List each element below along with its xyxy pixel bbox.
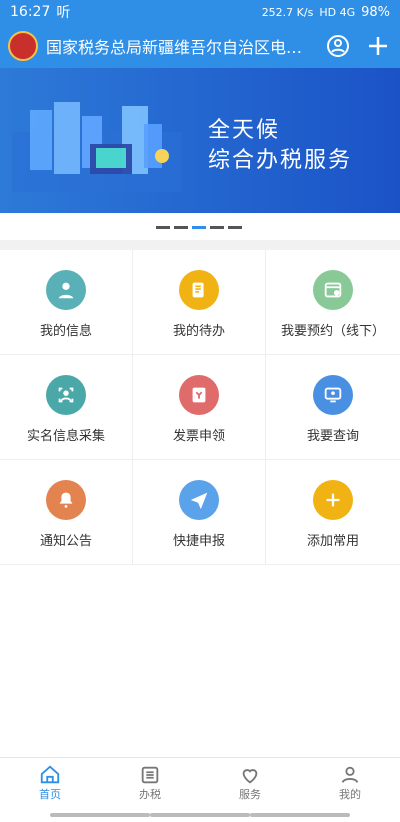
grid-item-my-todo[interactable]: 我的待办 <box>133 250 266 355</box>
grid-item-notice[interactable]: 通知公告 <box>0 460 133 565</box>
function-grid: 我的信息 我的待办 我要预约（线下） 实名信息采集 发票申领 我要查询 通知公告… <box>0 250 400 566</box>
grid-item-label: 快捷申报 <box>172 534 225 549</box>
calendar-clock-icon <box>313 270 353 310</box>
banner[interactable]: 全天候 综合办税服务 <box>0 68 400 213</box>
pager-dot[interactable] <box>174 226 188 229</box>
status-extra: 听 <box>56 5 71 21</box>
header-actions <box>324 32 392 60</box>
banner-illustration <box>12 102 182 192</box>
profile-button[interactable] <box>324 32 352 60</box>
grid-item-appointment[interactable]: 我要预约（线下） <box>266 250 400 355</box>
pager-dot[interactable] <box>156 226 170 229</box>
grid-item-label: 发票申领 <box>172 429 225 444</box>
clock: 16:27 <box>10 4 51 20</box>
grid-item-query[interactable]: 我要查询 <box>266 355 400 460</box>
network-type: HD 4G <box>319 5 356 19</box>
user-icon <box>46 270 86 310</box>
app-header: 国家税务总局新疆维吾尔自治区电子税… <box>0 24 400 68</box>
grid-item-label: 我的信息 <box>39 324 92 339</box>
pager-dot[interactable] <box>210 226 224 229</box>
home-indicator <box>150 813 250 817</box>
heart-icon <box>242 769 258 784</box>
grid-item-label: 我要查询 <box>306 429 359 444</box>
bell-icon <box>46 480 86 520</box>
grid-item-label: 实名信息采集 <box>26 429 105 444</box>
nav-item-service[interactable]: 服务 <box>200 758 300 808</box>
grid-item-invoice[interactable]: 发票申领 <box>133 355 266 460</box>
home-indicator <box>50 813 150 817</box>
home-indicator <box>250 813 350 817</box>
add-button[interactable] <box>364 32 392 60</box>
face-scan-icon <box>46 375 86 415</box>
banner-pager <box>156 226 242 229</box>
nav-label: 我的 <box>339 788 361 801</box>
grid-item-add-common[interactable]: 添加常用 <box>266 460 400 565</box>
pager-dot-active[interactable] <box>192 226 206 229</box>
battery-level: 98% <box>361 4 390 20</box>
banner-line-2: 综合办税服务 <box>208 148 353 173</box>
grid-item-label: 添加常用 <box>306 534 359 549</box>
tax-emblem-icon <box>8 31 38 61</box>
nav-label: 服务 <box>239 788 261 801</box>
user-icon <box>341 766 359 783</box>
banner-slogan: 全天候 综合办税服务 <box>208 116 352 176</box>
grid-item-my-info[interactable]: 我的信息 <box>0 250 133 355</box>
paper-plane-icon <box>179 480 219 520</box>
nav-item-tax[interactable]: 办税 <box>100 758 200 808</box>
nav-item-mine[interactable]: 我的 <box>300 758 400 808</box>
invoice-icon <box>179 375 219 415</box>
nav-item-home[interactable]: 首页 <box>0 758 100 808</box>
page-title: 国家税务总局新疆维吾尔自治区电子税… <box>46 38 316 57</box>
banner-line-1: 全天候 <box>208 118 281 143</box>
grid-item-quick-declare[interactable]: 快捷申报 <box>133 460 266 565</box>
monitor-search-icon <box>313 375 353 415</box>
todo-list-icon <box>179 270 219 310</box>
home-icon <box>40 765 60 784</box>
pager-dot[interactable] <box>228 226 242 229</box>
grid-item-label: 我要预约（线下） <box>280 324 385 339</box>
plus-icon <box>369 37 387 55</box>
list-icon <box>141 766 159 784</box>
plus-icon <box>313 480 353 520</box>
grid-item-real-name[interactable]: 实名信息采集 <box>0 355 133 460</box>
grid-item-label: 通知公告 <box>39 534 92 549</box>
section-divider <box>0 240 400 250</box>
grid-item-label: 我的待办 <box>172 324 225 339</box>
user-circle-icon <box>327 35 349 57</box>
nav-label: 首页 <box>39 788 61 801</box>
network-speed: 252.7 K/s <box>261 5 314 19</box>
status-bar: 16:27 听 252.7 K/s HD 4G 98% <box>0 0 400 24</box>
bottom-navigation: 首页 办税 服务 我的 <box>0 757 400 808</box>
nav-label: 办税 <box>139 788 161 801</box>
